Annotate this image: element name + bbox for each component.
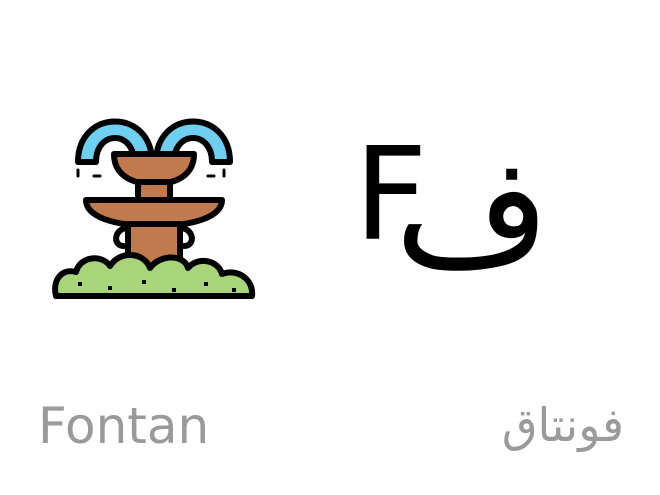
latin-word: Fontan [38, 397, 210, 455]
flashcard: F ف Fontan فونتاق [0, 0, 660, 495]
arabic-word: فونتاق [501, 398, 624, 452]
arabic-letter: ف [394, 126, 551, 300]
fountain-icon [48, 96, 264, 312]
